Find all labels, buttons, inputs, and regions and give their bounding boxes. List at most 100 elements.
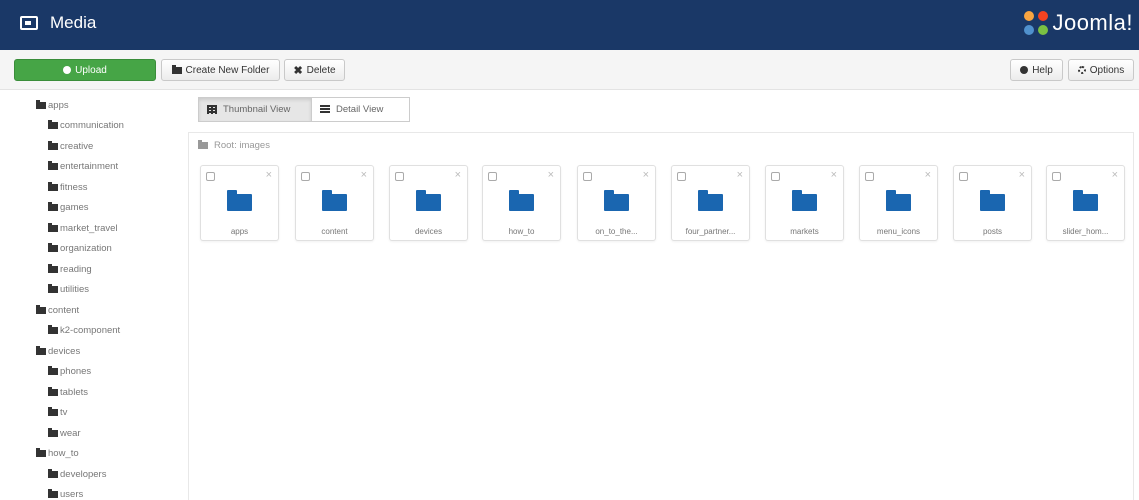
tree-item-apps[interactable]: apps: [36, 98, 69, 112]
tree-item-label: utilities: [60, 283, 90, 295]
folder-label: menu_icons: [876, 227, 921, 236]
create-folder-button[interactable]: Create New Folder: [161, 59, 280, 81]
folder-icon: [604, 190, 629, 211]
tree-item-entertainment[interactable]: entertainment: [48, 159, 118, 173]
help-button[interactable]: Help: [1010, 59, 1063, 81]
folder-thumb-apps[interactable]: × apps: [200, 165, 279, 241]
page-title: Media: [50, 13, 97, 32]
select-checkbox[interactable]: [488, 172, 497, 181]
folder-icon: [698, 190, 723, 211]
folder-label: four_partner...: [685, 227, 736, 236]
select-checkbox[interactable]: [395, 172, 404, 181]
list-icon: [320, 105, 330, 114]
tree-item-reading[interactable]: reading: [48, 262, 92, 276]
folder-icon: [1073, 190, 1098, 211]
delete-x-icon[interactable]: ×: [831, 169, 837, 181]
tree-item-fitness[interactable]: fitness: [48, 180, 87, 194]
tree-item-utilities[interactable]: utilities: [48, 282, 89, 296]
tree-item-developers[interactable]: developers: [48, 467, 106, 481]
folder-icon: [416, 190, 441, 211]
select-checkbox[interactable]: [206, 172, 215, 181]
detail-view-button[interactable]: Detail View: [312, 97, 410, 122]
delete-x-icon[interactable]: ×: [455, 169, 461, 181]
delete-button[interactable]: ✖ Delete: [284, 59, 345, 81]
tree-item-organization[interactable]: organization: [48, 241, 112, 255]
folder-label: devices: [414, 227, 443, 236]
logo-text: Joomla!: [1052, 10, 1133, 35]
tree-item-label: tv: [60, 406, 68, 418]
thumbnail-view-button[interactable]: Thumbnail View: [198, 97, 312, 122]
tree-item-label: k2-component: [60, 324, 121, 336]
tree-item-label: creative: [60, 140, 94, 152]
delete-x-icon[interactable]: ×: [643, 169, 649, 181]
select-checkbox[interactable]: [771, 172, 780, 181]
folder-thumb-how-to[interactable]: × how_to: [482, 165, 561, 241]
breadcrumb-path: Root: images: [214, 140, 270, 151]
folder-icon: [48, 324, 58, 334]
folder-label: apps: [230, 227, 249, 236]
help-icon: [1020, 66, 1029, 74]
folder-icon: [36, 447, 46, 457]
delete-icon: ✖: [293, 64, 303, 77]
folder-thumb-posts[interactable]: × posts: [953, 165, 1032, 241]
folder-icon: [198, 140, 208, 149]
delete-x-icon[interactable]: ×: [737, 169, 743, 181]
options-button[interactable]: Options: [1068, 59, 1134, 81]
select-checkbox[interactable]: [1052, 172, 1061, 181]
tree-item-creative[interactable]: creative: [48, 139, 93, 153]
folder-icon: [48, 140, 58, 150]
joomla-logo-icon: [1024, 11, 1049, 35]
folder-thumb-markets[interactable]: × markets: [765, 165, 844, 241]
tree-item-label: tablets: [60, 386, 88, 398]
tree-item-tablets[interactable]: tablets: [48, 385, 88, 399]
select-checkbox[interactable]: [959, 172, 968, 181]
tree-item-content[interactable]: content: [36, 303, 79, 317]
folder-thumb-devices[interactable]: × devices: [389, 165, 468, 241]
help-label: Help: [1032, 64, 1053, 76]
tree-item-tv[interactable]: tv: [48, 405, 67, 419]
upload-button[interactable]: Upload: [14, 59, 156, 81]
tree-item-label: reading: [60, 263, 92, 275]
folder-thumb-6[interactable]: × four_partner...: [671, 165, 750, 241]
folder-icon: [48, 119, 58, 129]
tree-item-k2-component[interactable]: k2-component: [48, 323, 120, 337]
delete-x-icon[interactable]: ×: [361, 169, 367, 181]
tree-item-wear[interactable]: wear: [48, 426, 81, 440]
folder-thumb-slider[interactable]: × slider_hom...: [1046, 165, 1125, 241]
tree-item-users[interactable]: users: [48, 487, 83, 500]
delete-x-icon[interactable]: ×: [1019, 169, 1025, 181]
delete-x-icon[interactable]: ×: [1112, 169, 1118, 181]
detail-view-label: Detail View: [336, 104, 384, 115]
folder-icon: [509, 190, 534, 211]
select-checkbox[interactable]: [583, 172, 592, 181]
folder-thumb-5[interactable]: × on_to_the...: [577, 165, 656, 241]
folder-thumb-content[interactable]: × content: [295, 165, 374, 241]
folder-icon: [48, 386, 58, 396]
grid-icon: [207, 105, 217, 114]
tree-item-games[interactable]: games: [48, 200, 89, 214]
tree-item-communication[interactable]: communication: [48, 118, 124, 132]
tree-item-devices[interactable]: devices: [36, 344, 80, 358]
tree-item-label: users: [60, 488, 84, 500]
folder-label: posts: [982, 227, 1003, 236]
folder-icon: [48, 427, 58, 437]
delete-x-icon[interactable]: ×: [266, 169, 272, 181]
folder-thumb-menu-icons[interactable]: × menu_icons: [859, 165, 938, 241]
joomla-logo[interactable]: Joomla!: [1024, 10, 1133, 36]
view-toggle: Thumbnail View Detail View: [198, 97, 410, 122]
folder-icon: [322, 190, 347, 211]
select-checkbox[interactable]: [865, 172, 874, 181]
thumbnail-view-label: Thumbnail View: [223, 104, 291, 115]
folder-icon: [48, 468, 58, 478]
tree-item-label: communication: [60, 119, 124, 131]
select-checkbox[interactable]: [301, 172, 310, 181]
gear-icon: [1077, 66, 1086, 74]
tree-item-phones[interactable]: phones: [48, 364, 91, 378]
delete-x-icon[interactable]: ×: [925, 169, 931, 181]
select-checkbox[interactable]: [677, 172, 686, 181]
create-folder-label: Create New Folder: [185, 64, 270, 76]
folder-icon: [792, 190, 817, 211]
delete-x-icon[interactable]: ×: [548, 169, 554, 181]
tree-item-how-to[interactable]: how_to: [36, 446, 79, 460]
tree-item-market-travel[interactable]: market_travel: [48, 221, 118, 235]
